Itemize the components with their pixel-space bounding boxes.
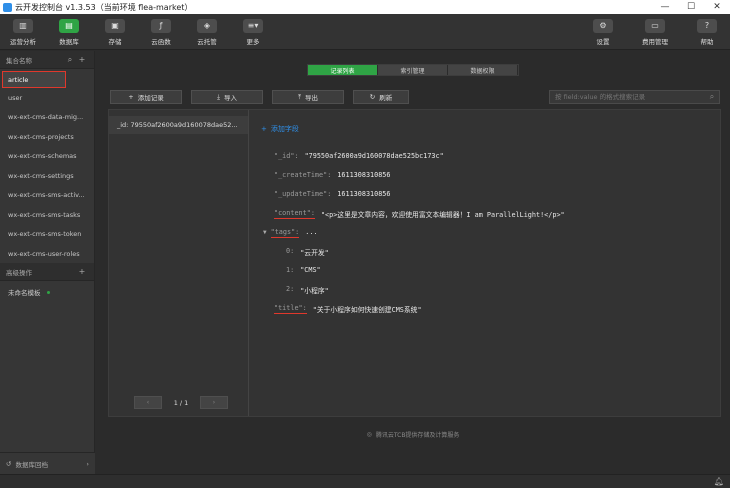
collection-item[interactable]: wx-ext-cms-sms-token: [0, 225, 94, 245]
export-button[interactable]: ⤒ 导出: [272, 90, 344, 104]
window-title: 云开发控制台 v1.3.53（当前环境 flea-market）: [15, 2, 193, 12]
field-content[interactable]: "content": "<p>这里是文章内容，欢迎使用富文本编辑器！I am Pa…: [274, 209, 565, 219]
tab-permissions[interactable]: 数据权限: [448, 65, 518, 75]
collection-list: article user wx-ext-cms-data-mig... wx-e…: [0, 69, 94, 263]
tool-database[interactable]: ▤ 数据库: [46, 14, 92, 50]
field-create-time[interactable]: "_createTime": 1611308310856: [274, 171, 391, 179]
chart-icon: ▥: [13, 18, 33, 33]
refresh-icon: ↻: [369, 93, 376, 101]
search-icon[interactable]: ⌕: [64, 55, 76, 65]
collection-item[interactable]: wx-ext-cms-settings: [0, 166, 94, 186]
app-window: 云开发控制台 v1.3.53（当前环境 flea-market） — ☐ ✕ ▥…: [0, 0, 730, 488]
database-icon: ▤: [59, 18, 79, 33]
refresh-button[interactable]: ↻ 刷新: [353, 90, 409, 104]
records-panel: _id: 79550af2600a9d160078dae52... ‹ 1 / …: [108, 109, 721, 417]
tool-more[interactable]: ≡▾ 更多: [230, 14, 276, 50]
rollback-icon: ↺: [6, 459, 12, 468]
add-field-button[interactable]: + 添加字段: [261, 124, 299, 134]
add-record-button[interactable]: + 添加记录: [110, 90, 182, 104]
tab-indexes[interactable]: 索引管理: [378, 65, 448, 75]
main-toolbar: ▥ 运营分析 ▤ 数据库 ▣ 存储 ƒ 云函数 ◈ 云托管 ≡▾ 更多 ⚙ 设置 ▭ 费用管理 …: [0, 14, 730, 50]
function-icon: ƒ: [151, 18, 171, 33]
maximize-button[interactable]: ☐: [678, 0, 704, 14]
tool-storage[interactable]: ▣ 存储: [92, 14, 138, 50]
close-button[interactable]: ✕: [704, 0, 730, 14]
tool-analytics[interactable]: ▥ 运营分析: [0, 14, 46, 50]
tab-group: 记录列表 索引管理 数据权限: [307, 64, 519, 76]
tab-records[interactable]: 记录列表: [308, 65, 378, 75]
add-collection-icon[interactable]: +: [76, 55, 88, 64]
field-tags[interactable]: ▼ "tags":...: [263, 228, 318, 238]
help-icon: ?: [697, 18, 717, 33]
collection-item[interactable]: wx-ext-cms-schemas: [0, 147, 94, 167]
collection-item[interactable]: user: [0, 88, 94, 108]
tag-item[interactable]: 0: "云开发": [286, 247, 329, 257]
tool-billing[interactable]: ▭ 费用管理: [626, 14, 684, 50]
caret-down-icon[interactable]: ▼: [263, 229, 267, 236]
main-area: 记录列表 索引管理 数据权限 +添加记录 ⤓导入 ⤒导出 ↻刷新 ⌕ _id: …: [96, 51, 730, 488]
status-bar: 🔔︎: [0, 474, 730, 488]
tool-help[interactable]: ? 帮助: [684, 14, 730, 50]
more-icon: ≡▾: [243, 18, 263, 33]
collection-item[interactable]: wx-ext-cms-projects: [0, 127, 94, 147]
add-template-icon[interactable]: +: [76, 267, 88, 276]
pagination: ‹ 1 / 1 ›: [134, 396, 228, 409]
collection-item[interactable]: wx-ext-cms-sms-activ...: [0, 186, 94, 206]
storage-icon: ▣: [105, 18, 125, 33]
status-dot-icon: [46, 290, 50, 294]
app-logo-icon: [3, 2, 12, 12]
collection-item[interactable]: wx-ext-cms-data-mig...: [0, 108, 94, 128]
collection-item-article[interactable]: article: [2, 71, 66, 88]
tcb-logo-icon: ◎: [366, 430, 372, 438]
footer-note: ◎ 腾讯云TCB提供存储及计算服务: [366, 430, 460, 439]
minimize-button[interactable]: —: [652, 0, 678, 14]
action-bar: + 添加记录 ⤓ 导入 ⤒ 导出 ↻ 刷新: [110, 90, 409, 104]
wallet-icon: ▭: [645, 18, 665, 33]
tag-item[interactable]: 2: "小程序": [286, 285, 329, 295]
prev-page-button[interactable]: ‹: [134, 396, 162, 409]
collection-item[interactable]: wx-ext-cms-sms-tasks: [0, 205, 94, 225]
search-icon[interactable]: ⌕: [705, 92, 719, 102]
advanced-header: 高级操作 +: [0, 263, 94, 281]
gear-icon: ⚙: [593, 18, 613, 33]
tool-settings[interactable]: ⚙ 设置: [580, 14, 626, 50]
field-title[interactable]: "title": "关于小程序如何快速创建CMS系统": [274, 304, 422, 314]
upload-icon: ⤒: [298, 92, 301, 101]
plus-icon: +: [128, 93, 134, 101]
record-list: _id: 79550af2600a9d160078dae52... ‹ 1 / …: [109, 110, 249, 416]
record-item[interactable]: _id: 79550af2600a9d160078dae52...: [109, 116, 248, 134]
tool-cloud-hosting[interactable]: ◈ 云托管: [184, 14, 230, 50]
search-input[interactable]: [555, 93, 705, 101]
bell-icon[interactable]: 🔔︎: [714, 477, 724, 486]
cube-icon: ◈: [197, 18, 217, 33]
next-page-button[interactable]: ›: [200, 396, 228, 409]
tool-functions[interactable]: ƒ 云函数: [138, 14, 184, 50]
template-item[interactable]: 未命名模板: [0, 281, 94, 303]
title-bar: 云开发控制台 v1.3.53（当前环境 flea-market） — ☐ ✕: [0, 0, 730, 14]
record-search: ⌕: [549, 90, 720, 104]
collections-header: 集合名称 ⌕ +: [0, 51, 94, 69]
collections-sidebar: 集合名称 ⌕ + article user wx-ext-cms-data-mi…: [0, 51, 95, 488]
record-detail: + 添加字段 "_id": "79550af2600a9d160078dae525b…: [250, 110, 720, 416]
tag-item[interactable]: 1: "CMS": [286, 266, 321, 274]
chevron-right-icon: ›: [86, 459, 89, 468]
database-rollback-button[interactable]: ↺ 数据库回档 ›: [0, 452, 95, 474]
field-update-time[interactable]: "_updateTime": 1611308310856: [274, 190, 391, 198]
collection-item[interactable]: wx-ext-cms-user-roles: [0, 244, 94, 263]
page-indicator[interactable]: 1 / 1: [166, 399, 196, 407]
field-id[interactable]: "_id": "79550af2600a9d160078dae525bc173c": [274, 152, 444, 160]
plus-icon: +: [261, 125, 267, 133]
import-button[interactable]: ⤓ 导入: [191, 90, 263, 104]
download-icon: ⤓: [217, 92, 220, 101]
